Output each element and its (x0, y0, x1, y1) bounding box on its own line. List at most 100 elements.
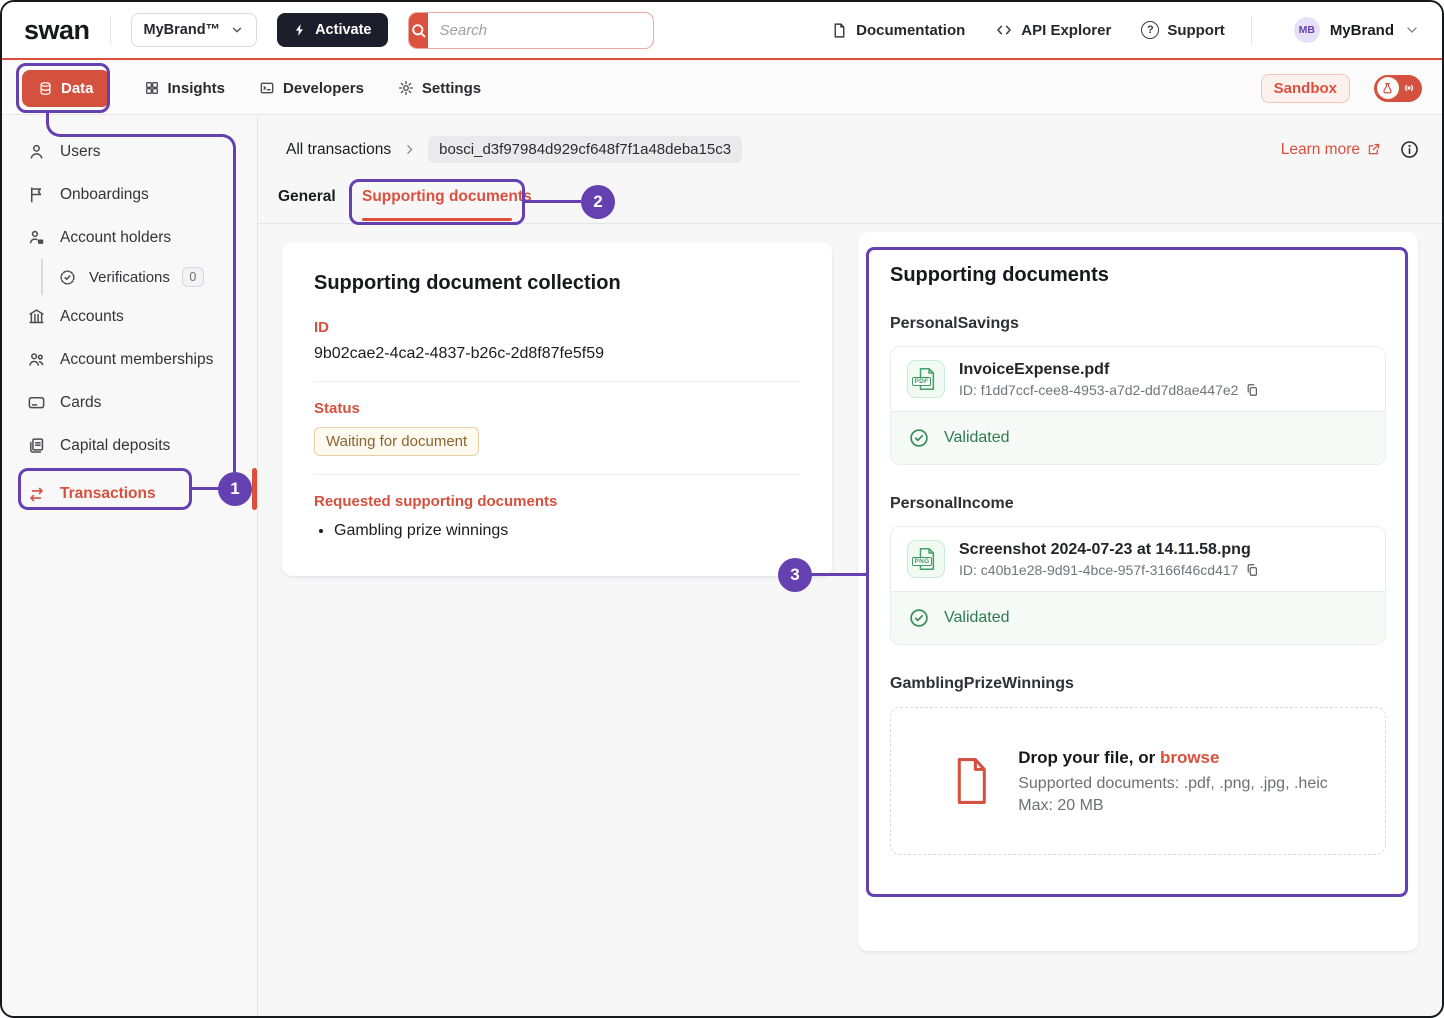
sidebar-item-transactions[interactable]: Transactions (2, 473, 257, 515)
breadcrumb-transaction-id[interactable]: bosci_d3f97984d929cf648f7f1a48deba15c3 (428, 136, 742, 163)
document-info: Screenshot 2024-07-23 at 14.11.58.png ID… (959, 541, 1259, 578)
document-row[interactable]: PDF InvoiceExpense.pdf ID: f1dd7ccf-cee8… (891, 347, 1385, 411)
app-window: swan MyBrand™ Activate Documentat (0, 0, 1444, 1018)
gear-icon (398, 80, 414, 96)
document-id-row: ID: c40b1e28-9d91-4bce-957f-3166f46cd417 (959, 562, 1259, 578)
sidebar-item-account-memberships[interactable]: Account memberships (2, 338, 257, 381)
annotation-step-2: 2 (581, 185, 615, 219)
sidebar-capital-deposits-label: Capital deposits (60, 437, 170, 455)
verifications-count-badge: 0 (182, 267, 204, 287)
document-name: InvoiceExpense.pdf (959, 361, 1259, 379)
document-card-personal-income: PNG Screenshot 2024-07-23 at 14.11.58.pn… (890, 526, 1386, 645)
collection-card-title: Supporting document collection (314, 272, 800, 295)
header-divider (110, 16, 111, 44)
header-divider-2 (1251, 16, 1252, 44)
nav-item-developers[interactable]: Developers (259, 80, 364, 97)
brand-selector[interactable]: MyBrand™ (131, 13, 258, 47)
requested-document-item: Gambling prize winnings (334, 522, 800, 540)
breadcrumb: All transactions bosci_d3f97984d929cf648… (286, 136, 1420, 163)
document-id-row: ID: f1dd7ccf-cee8-4953-a7d2-dd7d8ae447e2 (959, 382, 1259, 398)
documentation-link[interactable]: Documentation (831, 22, 965, 39)
divider (314, 381, 800, 382)
swan-logo: swan (24, 15, 90, 46)
tab-general[interactable]: General (278, 188, 336, 206)
flask-icon (1377, 77, 1399, 99)
sidebar-item-onboardings[interactable]: Onboardings (2, 173, 257, 216)
activate-label: Activate (315, 22, 371, 38)
nav-developers-label: Developers (283, 80, 364, 97)
sidebar-verifications-label: Verifications (89, 269, 170, 286)
png-file-icon: PNG (907, 540, 945, 578)
info-icon[interactable] (1399, 139, 1420, 160)
file-upload-icon (948, 756, 992, 806)
chevron-down-icon (230, 23, 244, 37)
sidebar-transactions-label: Transactions (60, 485, 156, 503)
nav-item-insights[interactable]: Insights (144, 80, 226, 97)
learn-more-link[interactable]: Learn more (1281, 141, 1381, 159)
tabs-divider (258, 223, 1444, 224)
file-dropzone[interactable]: Drop your file, or browse Supported docu… (890, 707, 1386, 855)
supporting-documents-card: Supporting documents PersonalSavings PDF… (858, 232, 1418, 951)
sidebar-item-users[interactable]: Users (2, 130, 257, 173)
collection-status-label: Status (314, 400, 800, 417)
collection-id-value: 9b02cae2-4ca2-4837-b26c-2d8f87fe5f59 (314, 345, 800, 363)
collection-id-label: ID (314, 319, 800, 336)
document-row[interactable]: PNG Screenshot 2024-07-23 at 14.11.58.pn… (891, 527, 1385, 591)
document-status-bar: Validated (891, 591, 1385, 644)
search-box[interactable] (408, 12, 654, 49)
search-icon[interactable] (409, 13, 428, 48)
tab-supporting-documents[interactable]: Supporting documents (362, 188, 532, 206)
document-card-personal-savings: PDF InvoiceExpense.pdf ID: f1dd7ccf-cee8… (890, 346, 1386, 465)
active-nav-indicator (252, 468, 257, 510)
nav-settings-label: Settings (422, 80, 481, 97)
copy-icon[interactable] (1245, 563, 1259, 577)
sidebar: Users Onboardings Account holders Verifi… (2, 116, 258, 1016)
nav-insights-label: Insights (168, 80, 226, 97)
api-explorer-label: API Explorer (1021, 22, 1111, 39)
activate-button[interactable]: Activate (277, 13, 387, 47)
support-link[interactable]: ? Support (1141, 21, 1225, 39)
document-status: Validated (944, 429, 1010, 447)
swap-arrows-icon (26, 485, 46, 504)
browse-link[interactable]: browse (1160, 748, 1220, 767)
bolt-icon (293, 23, 307, 37)
chevron-right-icon (403, 143, 416, 156)
nav-item-data[interactable]: Data (22, 70, 110, 107)
sidebar-item-accounts[interactable]: Accounts (2, 295, 257, 338)
sidebar-item-cards[interactable]: Cards (2, 381, 257, 424)
document-name: Screenshot 2024-07-23 at 14.11.58.png (959, 541, 1259, 559)
search-input[interactable] (428, 13, 653, 48)
learn-more-label: Learn more (1281, 141, 1360, 159)
sidebar-item-verifications[interactable]: Verifications 0 (41, 259, 257, 295)
document-status: Validated (944, 609, 1010, 627)
section-personal-income: PersonalIncome (890, 495, 1386, 513)
document-status-bar: Validated (891, 411, 1385, 464)
document-info: InvoiceExpense.pdf ID: f1dd7ccf-cee8-495… (959, 361, 1259, 398)
annotation-connector (525, 200, 581, 203)
account-menu[interactable]: MB MyBrand (1294, 17, 1420, 43)
environment-toggle[interactable] (1374, 75, 1422, 102)
people-icon (26, 350, 46, 369)
documents-card-title: Supporting documents (890, 264, 1386, 287)
credit-card-icon (26, 393, 46, 412)
nav-data-label: Data (61, 80, 94, 97)
requested-documents-list: Gambling prize winnings (334, 522, 800, 540)
live-broadcast-icon (1401, 80, 1417, 96)
requested-documents-label: Requested supporting documents (314, 493, 800, 510)
sidebar-item-capital-deposits[interactable]: Capital deposits (2, 424, 257, 467)
seal-check-icon (58, 268, 77, 287)
breadcrumb-all-transactions[interactable]: All transactions (286, 141, 391, 159)
sidebar-users-label: Users (60, 143, 100, 161)
dropzone-text: Drop your file, or browse Supported docu… (1018, 748, 1328, 815)
sidebar-account-memberships-label: Account memberships (60, 351, 213, 369)
document-id: ID: c40b1e28-9d91-4bce-957f-3166f46cd417 (959, 562, 1238, 578)
sidebar-item-account-holders[interactable]: Account holders (2, 216, 257, 259)
database-icon (38, 81, 53, 96)
copy-icon[interactable] (1245, 383, 1259, 397)
section-personal-savings: PersonalSavings (890, 315, 1386, 333)
max-size-text: Max: 20 MB (1018, 797, 1328, 815)
nav-item-settings[interactable]: Settings (398, 80, 481, 97)
main-nav: Data Insights Developers Settings Sandbo… (2, 62, 1442, 115)
help-icon: ? (1141, 21, 1159, 39)
api-explorer-link[interactable]: API Explorer (995, 21, 1111, 39)
